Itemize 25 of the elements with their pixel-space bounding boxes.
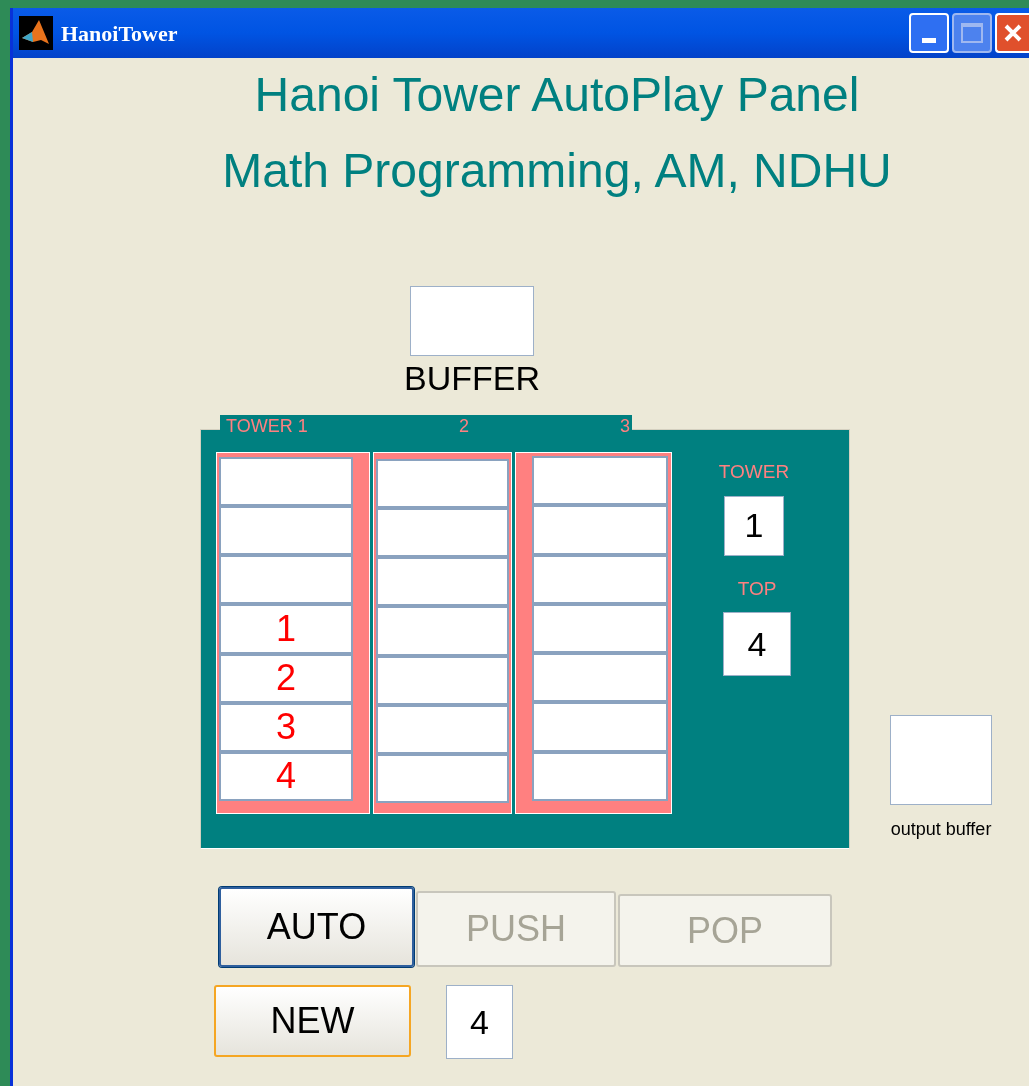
buffer-label: BUFFER: [404, 359, 540, 397]
tower-header-label: TOWER 1: [225, 416, 309, 436]
tower-slot: 3: [219, 702, 353, 752]
tower-field: 1: [724, 495, 784, 556]
tower-header-label: 2: [458, 416, 470, 436]
tower-slot: 2: [219, 653, 353, 703]
action-button[interactable]: NEW: [214, 985, 411, 1057]
window-title: HanoiTower: [61, 19, 178, 48]
panel-heading: Hanoi Tower AutoPlay Panel: [254, 67, 860, 123]
tower-slot: 1: [219, 604, 353, 654]
peak-logo-icon: [19, 16, 53, 50]
output-buffer-label: output buffer: [890, 819, 992, 839]
action-button[interactable]: AUTO: [219, 887, 414, 967]
disk-count-field[interactable]: 4: [446, 985, 513, 1059]
minimize-button[interactable]: [909, 13, 949, 53]
top-field: 4: [723, 612, 791, 676]
tower-slot: 4: [219, 751, 353, 801]
panel-heading: Math Programming, AM, NDHU: [222, 143, 892, 199]
close-button[interactable]: [995, 13, 1029, 53]
minimize-icon: [922, 38, 936, 43]
close-icon: [1003, 23, 1023, 43]
top-label: TOP: [737, 576, 777, 601]
tower-header-label: 3: [620, 416, 631, 436]
tower-label: TOWER: [718, 460, 790, 484]
maximize-icon: [961, 23, 983, 43]
